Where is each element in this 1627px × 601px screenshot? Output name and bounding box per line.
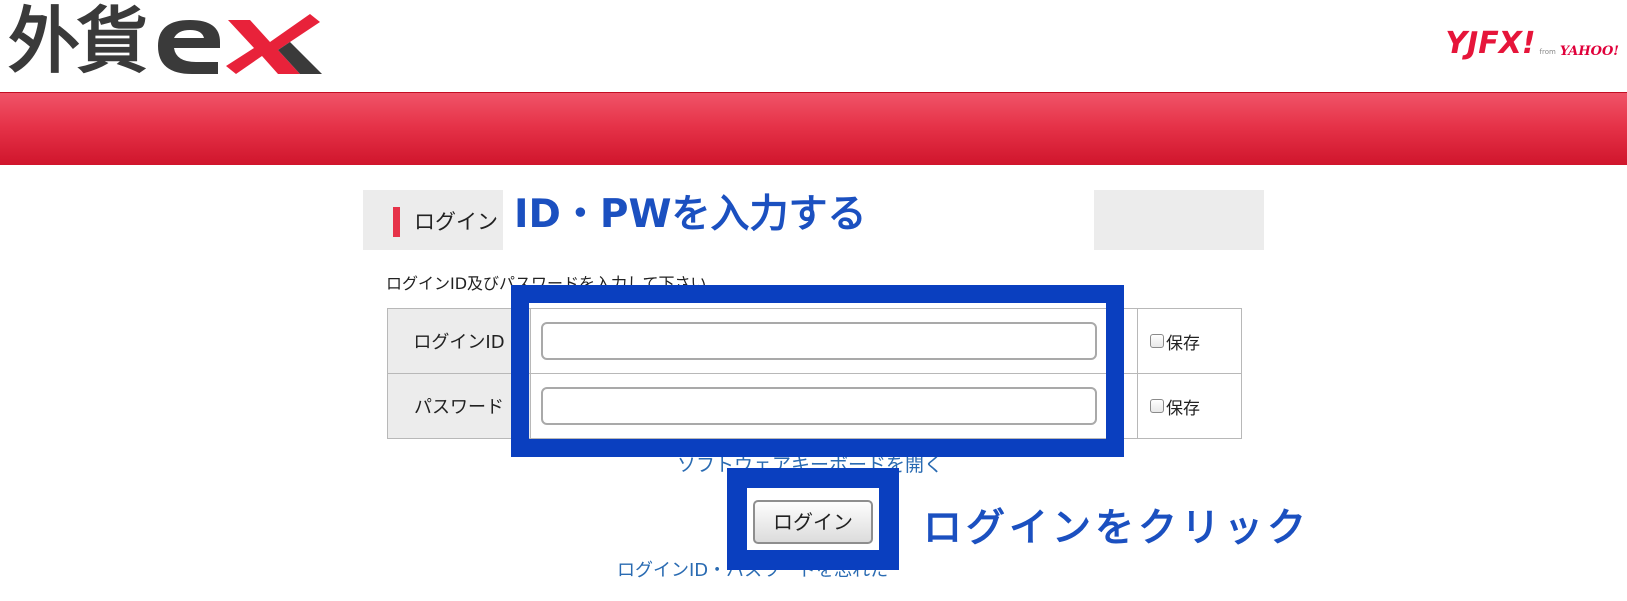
yjfx-brand-logo: YJFX! from YAHOO! xyxy=(1445,26,1619,61)
gaika-ex-logo[interactable]: 外貨 xyxy=(8,0,330,82)
save-password-option[interactable]: 保存 xyxy=(1150,394,1241,419)
brand-from: from xyxy=(1539,48,1556,56)
panel-title-background-right xyxy=(1094,190,1264,250)
annotation-button-note: ログインをクリック xyxy=(923,506,1311,551)
save-login-id-checkbox[interactable] xyxy=(1150,334,1164,348)
password-label: パスワード xyxy=(387,373,531,439)
password-save-cell: 保存 xyxy=(1137,373,1242,439)
login-panel-title: ログイン xyxy=(414,210,498,234)
header-red-band xyxy=(0,92,1627,165)
save-login-id-option[interactable]: 保存 xyxy=(1150,329,1241,354)
annotation-highlight-button xyxy=(727,468,899,570)
title-accent-bar xyxy=(393,207,400,237)
logo-text-jp: 外貨 xyxy=(8,0,148,83)
save-password-checkbox[interactable] xyxy=(1150,399,1164,413)
annotation-input-note: ID・PWを入力する xyxy=(514,192,867,237)
save-label: 保存 xyxy=(1166,398,1200,419)
logo-ex-mark xyxy=(150,6,330,76)
header: 外貨 YJFX! from YAHOO! xyxy=(0,0,1627,92)
login-id-save-cell: 保存 xyxy=(1137,308,1242,374)
login-id-label: ログインID xyxy=(387,308,531,374)
yahoo-logo: YAHOO! xyxy=(1559,44,1619,59)
ex-logo-icon xyxy=(158,14,323,74)
annotation-highlight-inputs xyxy=(511,285,1124,457)
brand-name: YJFX! xyxy=(1445,26,1536,61)
save-label: 保存 xyxy=(1166,333,1200,354)
